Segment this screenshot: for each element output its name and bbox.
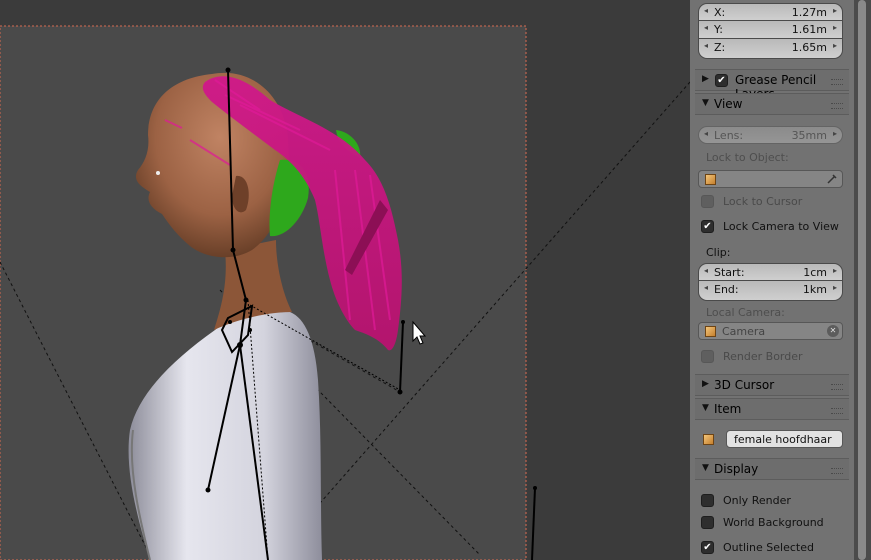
increment-arrow-icon[interactable]: ▸ — [833, 6, 837, 15]
eyedropper-icon[interactable] — [826, 173, 838, 185]
scrollbar-thumb[interactable] — [858, 0, 866, 560]
increment-arrow-icon[interactable]: ▸ — [833, 129, 837, 138]
clip-start-value: 1cm — [803, 266, 827, 279]
location-x-field[interactable]: ◂ X: 1.27m ▸ — [698, 3, 843, 21]
grease-pencil-checkbox[interactable]: ✔ — [715, 74, 728, 87]
lens-field[interactable]: ◂ Lens: 35mm ▸ — [698, 126, 843, 144]
local-camera-field[interactable]: Camera ✕ — [698, 322, 843, 340]
lock-to-object-field[interactable] — [698, 170, 843, 188]
object-cube-icon — [705, 174, 716, 185]
item-panel-title: Item — [714, 402, 742, 416]
lens-label: Lens: — [714, 129, 744, 142]
item-object-icon — [703, 434, 714, 445]
clip-end-label: End: — [714, 283, 739, 296]
increment-arrow-icon[interactable]: ▸ — [833, 266, 837, 275]
outline-selected-checkbox[interactable]: ✔ — [701, 541, 714, 554]
increment-arrow-icon[interactable]: ▸ — [833, 41, 837, 50]
location-x-value: 1.27m — [791, 6, 827, 19]
render-border-checkbox[interactable] — [701, 350, 714, 363]
location-y-field[interactable]: ◂ Y: 1.61m ▸ — [698, 21, 843, 39]
lock-to-object-label: Lock to Object: — [706, 151, 789, 164]
location-z-field[interactable]: ◂ Z: 1.65m ▸ — [698, 39, 843, 59]
lock-to-cursor-label: Lock to Cursor — [723, 195, 803, 208]
decrement-arrow-icon[interactable]: ◂ — [704, 129, 708, 138]
increment-arrow-icon[interactable]: ▸ — [833, 283, 837, 292]
item-name-value: female hoofdhaar — [734, 433, 832, 446]
camera-object-icon — [705, 326, 716, 337]
view-panel-header[interactable]: ▼ View — [695, 93, 849, 115]
panel-scrollbar[interactable] — [854, 0, 871, 560]
only-render-label: Only Render — [723, 494, 791, 507]
panel-grip-icon[interactable] — [831, 384, 843, 390]
decrement-arrow-icon[interactable]: ◂ — [704, 41, 708, 50]
clip-end-field[interactable]: ◂ End: 1km ▸ — [698, 281, 843, 301]
increment-arrow-icon[interactable]: ▸ — [833, 23, 837, 32]
display-panel-title: Display — [714, 462, 759, 476]
clip-end-value: 1km — [802, 283, 827, 296]
lens-value: 35mm — [791, 129, 827, 142]
panel-grip-icon[interactable] — [831, 468, 843, 474]
location-z-label: Z: — [714, 41, 726, 54]
render-border-label: Render Border — [723, 350, 803, 363]
lock-camera-to-view-label: Lock Camera to View — [723, 220, 839, 233]
decrement-arrow-icon[interactable]: ◂ — [704, 283, 708, 292]
lock-to-cursor-checkbox[interactable] — [701, 195, 714, 208]
decrement-arrow-icon[interactable]: ◂ — [704, 266, 708, 275]
world-background-checkbox[interactable] — [701, 516, 714, 529]
decrement-arrow-icon[interactable]: ◂ — [704, 23, 708, 32]
3d-viewport[interactable] — [0, 0, 690, 560]
3d-cursor-title: 3D Cursor — [714, 378, 775, 392]
display-panel-header[interactable]: ▼ Display — [695, 458, 849, 480]
location-y-label: Y: — [714, 23, 723, 36]
view-panel-title: View — [714, 97, 743, 111]
item-name-field[interactable]: female hoofdhaar — [726, 430, 843, 448]
3d-cursor-panel-header[interactable]: ▶ 3D Cursor — [695, 374, 849, 396]
grease-pencil-layers-header[interactable]: ▶ ✔ Grease Pencil Layers — [695, 69, 849, 101]
expanded-triangle-icon[interactable]: ▼ — [702, 463, 709, 473]
location-z-value: 1.65m — [791, 41, 827, 54]
lock-camera-to-view-checkbox[interactable]: ✔ — [701, 220, 714, 233]
clip-label: Clip: — [706, 246, 731, 259]
outline-selected-label: Outline Selected — [723, 541, 814, 554]
location-x-label: X: — [714, 6, 726, 19]
location-y-value: 1.61m — [791, 23, 827, 36]
local-camera-label: Local Camera: — [706, 306, 785, 319]
collapsed-triangle-icon[interactable]: ▶ — [702, 379, 709, 389]
expanded-triangle-icon[interactable]: ▼ — [702, 98, 709, 108]
panel-grip-icon[interactable] — [831, 79, 843, 85]
viewport-scene[interactable] — [0, 0, 690, 560]
decrement-arrow-icon[interactable]: ◂ — [704, 6, 708, 15]
only-render-checkbox[interactable] — [701, 494, 714, 507]
panel-grip-icon[interactable] — [831, 103, 843, 109]
world-background-label: World Background — [723, 516, 824, 529]
collapsed-triangle-icon[interactable]: ▶ — [702, 74, 709, 84]
clip-start-field[interactable]: ◂ Start: 1cm ▸ — [698, 263, 843, 281]
panel-grip-icon[interactable] — [831, 408, 843, 414]
clip-start-label: Start: — [714, 266, 745, 279]
expanded-triangle-icon[interactable]: ▼ — [702, 403, 709, 413]
item-panel-header[interactable]: ▼ Item — [695, 398, 849, 420]
local-camera-value: Camera — [722, 325, 766, 338]
clear-camera-icon[interactable]: ✕ — [827, 325, 839, 337]
